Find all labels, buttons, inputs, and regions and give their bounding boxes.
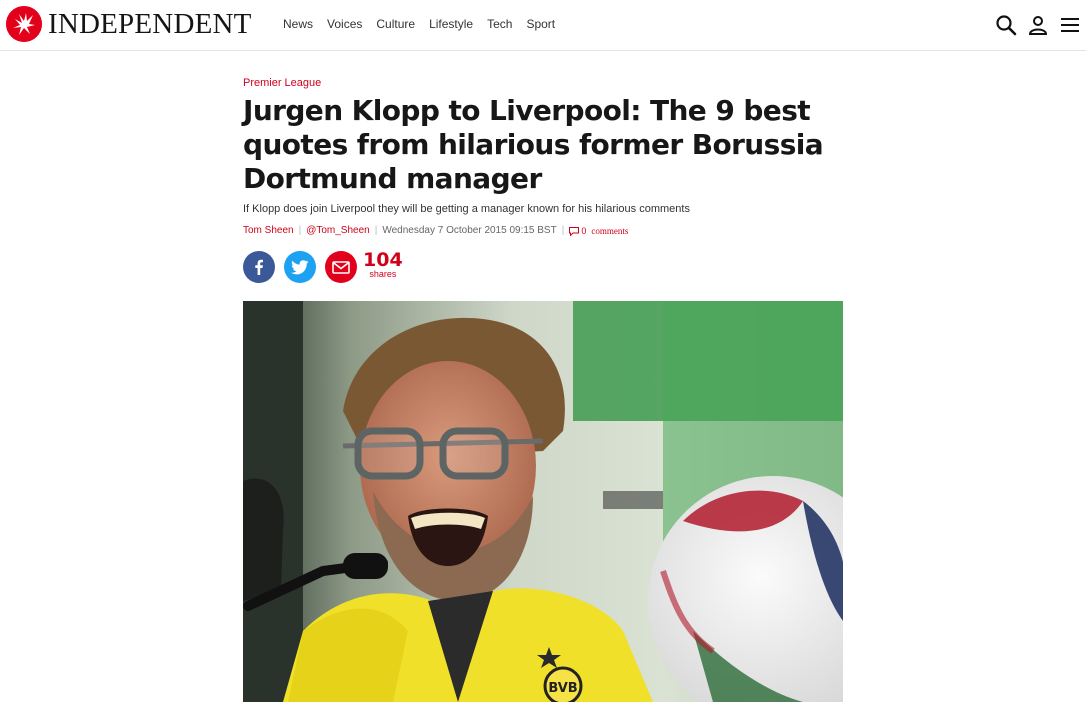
article-headline: Jurgen Klopp to Liverpool: The 9 best qu… (243, 94, 824, 195)
user-icon[interactable] (1026, 13, 1050, 37)
menu-icon[interactable] (1058, 13, 1082, 37)
eagle-logo-icon (6, 6, 42, 42)
header-tools (986, 13, 1082, 37)
email-icon (332, 260, 350, 274)
nav-lifestyle[interactable]: Lifestyle (429, 17, 473, 31)
nav-culture[interactable]: Culture (376, 17, 415, 31)
share-facebook-button[interactable] (243, 251, 275, 283)
twitter-icon (291, 259, 309, 274)
share-count-number: 104 (363, 248, 403, 271)
nav-sport[interactable]: Sport (526, 17, 555, 31)
article-standfirst: If Klopp does join Liverpool they will b… (243, 203, 690, 215)
nav-news[interactable]: News (283, 17, 313, 31)
svg-text:BVB: BVB (548, 681, 577, 696)
article: Premier League Jurgen Klopp to Liverpool… (243, 76, 843, 283)
comment-bubble-icon (569, 226, 580, 236)
comments-link[interactable]: 0 comments (569, 225, 628, 237)
main-nav: News Voices Culture Lifestyle Tech Sport (283, 17, 569, 31)
share-twitter-button[interactable] (284, 251, 316, 283)
category-link[interactable]: Premier League (243, 76, 843, 90)
publish-date: Wednesday 7 October 2015 09:15 BST (382, 225, 557, 236)
logo-wordmark: INDEPENDENT (48, 8, 252, 40)
author-link[interactable]: Tom Sheen (243, 225, 294, 237)
share-email-button[interactable] (325, 251, 357, 283)
byline: Tom Sheen | @Tom_Sheen | Wednesday 7 Oct… (243, 225, 843, 237)
byline-divider: | (298, 225, 302, 236)
byline-divider: | (374, 225, 378, 236)
nav-voices[interactable]: Voices (327, 17, 362, 31)
nav-tech[interactable]: Tech (487, 17, 512, 31)
site-header: INDEPENDENT News Voices Culture Lifestyl… (0, 0, 1086, 51)
comments-label: comments (591, 226, 629, 236)
hero-image: BVB (243, 301, 843, 702)
share-row: 104 shares (243, 250, 843, 283)
search-icon[interactable] (994, 13, 1018, 37)
author-twitter-handle[interactable]: @Tom_Sheen (306, 225, 370, 237)
share-count: 104 shares (363, 250, 403, 279)
byline-divider: | (561, 225, 565, 236)
facebook-icon (255, 259, 263, 275)
share-count-label: shares (369, 268, 397, 279)
logo-link[interactable]: INDEPENDENT (6, 6, 252, 42)
hero-photo: BVB (243, 301, 843, 702)
comment-count: 0 (581, 226, 587, 236)
